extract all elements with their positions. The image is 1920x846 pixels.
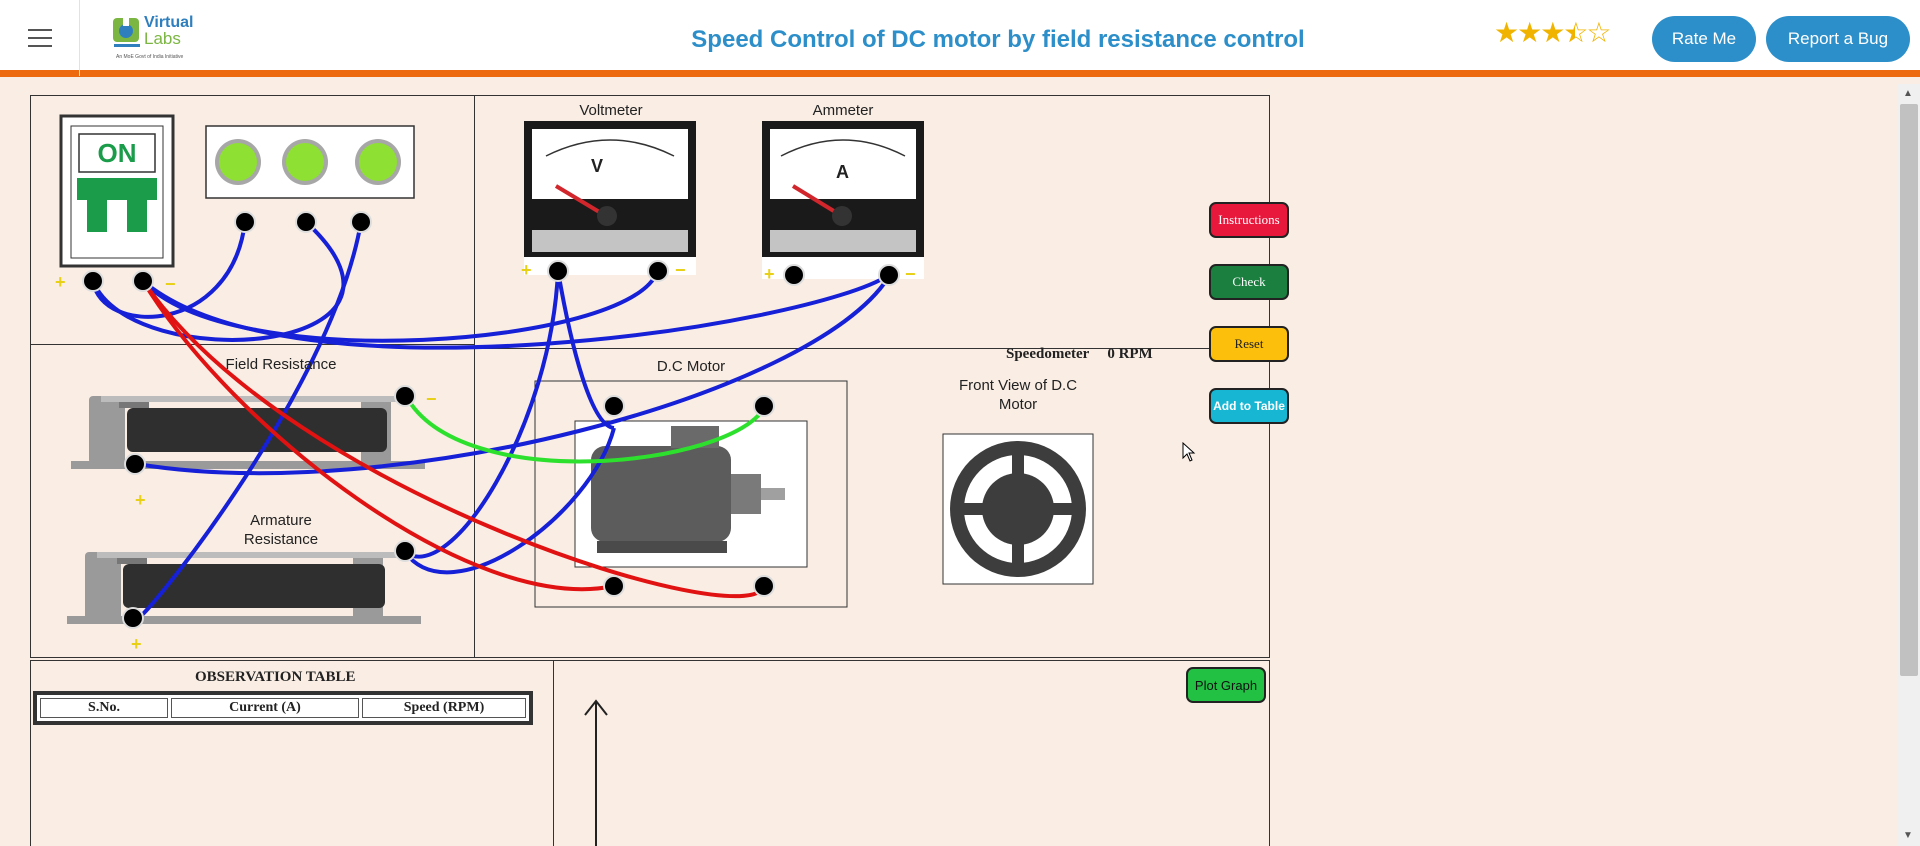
minus-sign: −	[165, 274, 176, 294]
observation-table-title: OBSERVATION TABLE	[195, 669, 356, 685]
mouse-cursor-icon	[1182, 442, 1196, 462]
plus-sign: +	[521, 260, 532, 280]
dc-motor-label: D.C Motor	[656, 358, 726, 375]
simulation-area: ON + − Voltmeter V + − Ammeter A + − Spe…	[30, 95, 1289, 658]
app-header: Virtual Labs An MoE Govt of India Initia…	[0, 0, 1920, 77]
plus-sign: +	[131, 634, 142, 654]
instructions-button[interactable]: Instructions	[1209, 202, 1289, 238]
ammeter	[762, 121, 924, 279]
hamburger-menu-button[interactable]	[0, 0, 80, 76]
front-view-label: Front View of D.C Motor	[958, 377, 1078, 413]
add-to-table-button[interactable]: Add to Table	[1209, 388, 1289, 424]
field-resistance-label: Field Resistance	[225, 356, 337, 373]
voltmeter	[524, 121, 696, 275]
column-header-speed: Speed (RPM)	[362, 698, 526, 718]
armature-rheostat[interactable]	[67, 552, 421, 624]
ammeter-symbol: A	[836, 162, 849, 182]
voltmeter-label: Voltmeter	[579, 102, 643, 119]
circuit-diagram	[59, 114, 1094, 629]
empty-star-icon: ☆	[1586, 17, 1611, 48]
dc-motor	[534, 380, 848, 608]
logo-text-labs: Labs	[144, 29, 181, 48]
report-bug-button[interactable]: Report a Bug	[1766, 16, 1910, 62]
column-header-sno: S.No.	[40, 698, 168, 718]
half-star-icon: ☆★	[1563, 17, 1588, 48]
page-title: Speed Control of DC motor by field resis…	[691, 26, 1305, 53]
plus-sign: +	[764, 264, 775, 284]
switch-on-label: ON	[97, 138, 137, 168]
plus-sign: +	[55, 272, 66, 292]
menu-icon	[27, 29, 52, 31]
scrollbar-thumb[interactable]	[1900, 104, 1918, 676]
scroll-up-icon[interactable]: ▲	[1903, 88, 1913, 99]
speedometer-value: 0 RPM	[1107, 346, 1153, 362]
graph-y-axis-arrow	[584, 699, 608, 846]
minus-sign: −	[905, 264, 916, 284]
rating-stars[interactable]: ★★★☆★☆	[1494, 17, 1612, 48]
speedometer-readout: Speedometer 0 RPM	[1006, 346, 1153, 363]
column-header-current: Current (A)	[171, 698, 359, 718]
rate-me-button[interactable]: Rate Me	[1652, 16, 1756, 62]
indicator-lamps	[205, 125, 415, 199]
logo-flask-icon	[113, 16, 140, 47]
divider	[553, 661, 554, 846]
plot-graph-button[interactable]: Plot Graph	[1186, 667, 1266, 703]
ammeter-label: Ammeter	[812, 102, 874, 119]
armature-resistance-label: Armature Resistance	[243, 512, 319, 548]
logo-tagline: An MoE Govt of India Initiative	[116, 54, 184, 60]
observation-area: OBSERVATION TABLE S.No. Current (A) Spee…	[30, 660, 1270, 846]
reset-button[interactable]: Reset	[1209, 326, 1289, 362]
motor-front-view	[942, 433, 1094, 585]
check-button[interactable]: Check	[1209, 264, 1289, 300]
scroll-down-icon[interactable]: ▼	[1903, 830, 1913, 841]
plus-sign: +	[135, 490, 146, 510]
minus-sign: −	[675, 260, 686, 280]
voltmeter-symbol: V	[591, 156, 604, 176]
star-icon: ★★★	[1494, 17, 1565, 48]
virtual-labs-logo[interactable]: Virtual Labs An MoE Govt of India Initia…	[108, 12, 204, 62]
speedometer-label: Speedometer	[1006, 346, 1090, 362]
observation-table: S.No. Current (A) Speed (RPM)	[33, 691, 533, 725]
minus-sign: −	[426, 389, 437, 409]
